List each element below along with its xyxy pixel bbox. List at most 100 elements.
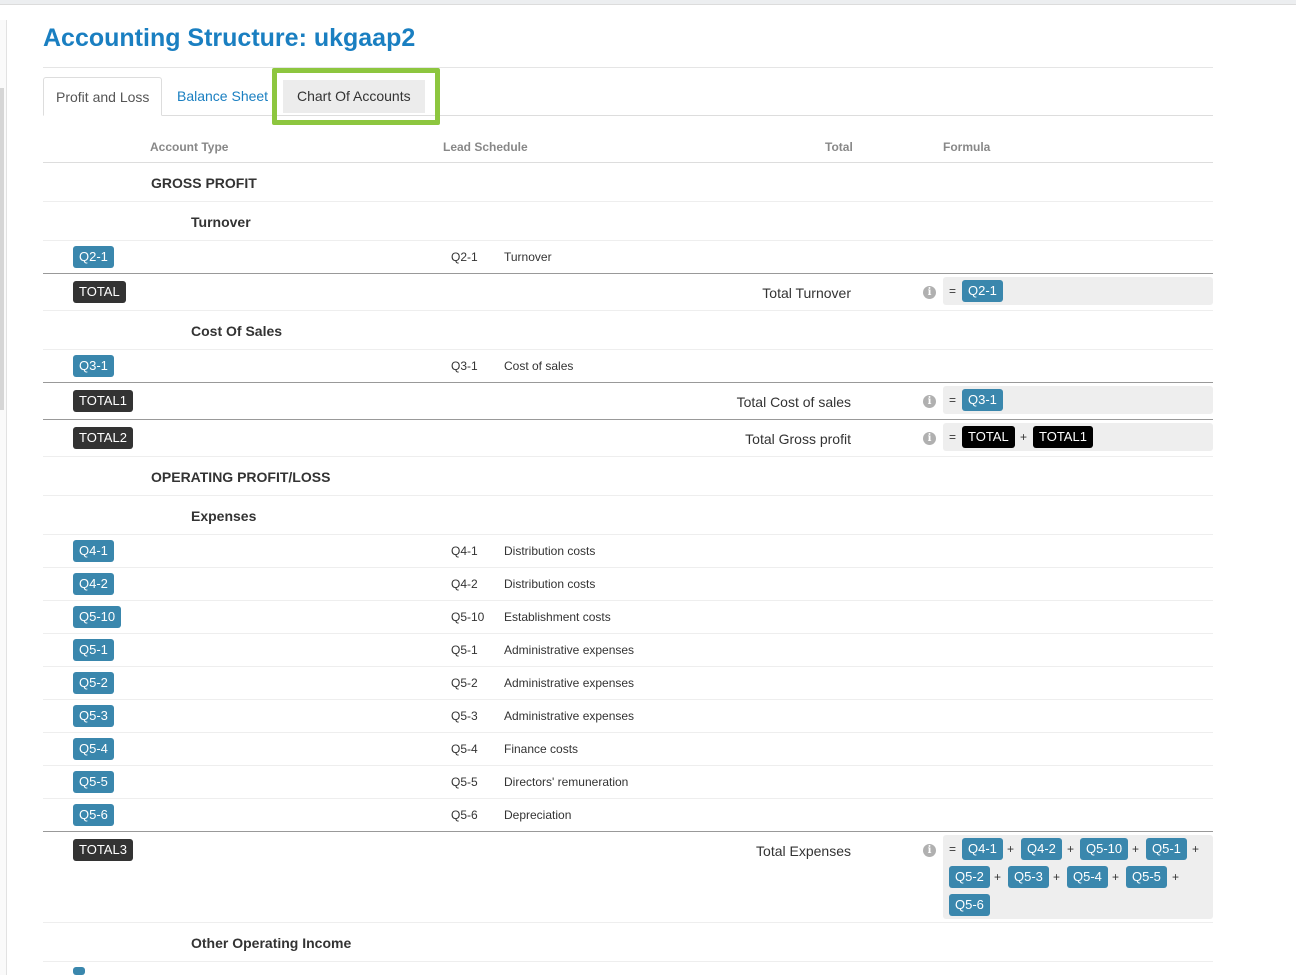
formula-badge[interactable]: TOTAL <box>962 426 1015 448</box>
highlight-box <box>272 68 440 125</box>
header-lead-schedule: Lead Schedule <box>443 140 528 154</box>
formula-badge[interactable]: Q4-1 <box>962 838 1003 860</box>
total-label: Total Cost of sales <box>736 394 851 410</box>
header-total: Total <box>825 140 853 154</box>
total-label: Total Gross profit <box>745 431 851 447</box>
formula-badge[interactable]: Q2-1 <box>962 280 1003 302</box>
formula-badge[interactable]: Q5-5 <box>1126 866 1167 888</box>
group-gross-profit: GROSS PROFIT <box>151 175 257 191</box>
tab-balance-sheet[interactable]: Balance Sheet <box>165 77 280 115</box>
lead-description: Administrative expenses <box>504 643 635 657</box>
row-divider <box>43 495 1213 496</box>
group-other-operating-income: Other Operating Income <box>191 935 352 951</box>
account-badge[interactable]: Q4-1 <box>73 540 114 562</box>
formula-equals: = <box>949 393 957 407</box>
formula-plus: + <box>1112 870 1120 884</box>
info-icon[interactable]: i <box>923 432 936 445</box>
row-divider <box>43 310 1213 311</box>
lead-code: Q2-1 <box>451 250 478 264</box>
row-divider <box>43 567 1213 568</box>
row-divider <box>43 349 1213 350</box>
account-badge[interactable]: Q3-1 <box>73 355 114 377</box>
lead-description: Administrative expenses <box>504 676 635 690</box>
formula-badge[interactable]: Q5-6 <box>949 894 990 916</box>
total-badge[interactable]: TOTAL2 <box>73 427 133 449</box>
row-divider <box>43 699 1213 700</box>
lead-code: Q5-5 <box>451 775 478 789</box>
header-formula: Formula <box>943 140 991 154</box>
row-divider <box>43 456 1213 457</box>
group-turnover: Turnover <box>191 214 251 230</box>
formula-badge[interactable]: TOTAL1 <box>1033 426 1093 448</box>
tab-profit-and-loss[interactable]: Profit and Loss <box>43 77 163 116</box>
total-badge[interactable]: TOTAL1 <box>73 390 133 412</box>
lead-description: Depreciation <box>504 808 572 822</box>
account-badge[interactable]: Q5-2 <box>73 672 114 694</box>
lead-code: Q5-1 <box>451 643 478 657</box>
lead-description: Turnover <box>504 250 552 264</box>
account-badge[interactable]: Q5-4 <box>73 738 114 760</box>
row-divider <box>43 600 1213 601</box>
formula-badge[interactable]: Q3-1 <box>962 389 1003 411</box>
lead-code: Q3-1 <box>451 359 478 373</box>
row-divider <box>43 922 1213 923</box>
formula-box: = Q2-1 <box>943 277 1213 305</box>
account-badge-partial[interactable] <box>73 967 85 975</box>
lead-code: Q5-10 <box>451 610 485 624</box>
group-cost-of-sales: Cost Of Sales <box>191 323 283 339</box>
lead-code: Q4-2 <box>451 577 478 591</box>
formula-plus: + <box>1192 842 1200 856</box>
info-icon[interactable]: i <box>923 844 936 857</box>
row-divider <box>43 961 1213 962</box>
page-title: Accounting Structure: ukgaap2 <box>43 24 416 52</box>
row-divider <box>43 273 1213 274</box>
lead-description: Finance costs <box>504 742 579 756</box>
lead-code: Q5-2 <box>451 676 478 690</box>
row-divider <box>43 419 1213 420</box>
account-badge[interactable]: Q5-5 <box>73 771 114 793</box>
lead-description: Distribution costs <box>504 544 596 558</box>
total-badge[interactable]: TOTAL3 <box>73 839 133 861</box>
formula-badge[interactable]: Q5-2 <box>949 866 990 888</box>
formula-plus: + <box>1132 842 1140 856</box>
lead-description: Administrative expenses <box>504 709 635 723</box>
formula-equals: = <box>949 430 957 444</box>
formula-badge[interactable]: Q5-4 <box>1067 866 1108 888</box>
account-badge[interactable]: Q5-1 <box>73 639 114 661</box>
lead-code: Q5-6 <box>451 808 478 822</box>
left-scrollbar[interactable] <box>0 20 7 975</box>
group-operating-profit-loss: OPERATING PROFIT/LOSS <box>151 469 331 485</box>
formula-plus: + <box>1020 430 1028 444</box>
formula-plus: + <box>1067 842 1075 856</box>
total-badge[interactable]: TOTAL <box>73 281 126 303</box>
formula-box: = Q4-1 + Q4-2 + Q5-10 + Q5-1 + Q5-2 + Q5… <box>943 835 1213 919</box>
header-account-type: Account Type <box>150 140 229 154</box>
lead-description: Distribution costs <box>504 577 596 591</box>
formula-plus: + <box>1007 842 1015 856</box>
row-divider <box>43 831 1213 832</box>
info-icon[interactable]: i <box>923 395 936 408</box>
formula-badge[interactable]: Q5-1 <box>1146 838 1187 860</box>
formula-badge[interactable]: Q5-10 <box>1080 838 1129 860</box>
formula-plus: + <box>994 870 1002 884</box>
scrollbar-thumb[interactable] <box>0 88 4 410</box>
account-badge[interactable]: Q5-3 <box>73 705 114 727</box>
formula-badge[interactable]: Q5-3 <box>1008 866 1049 888</box>
formula-equals: = <box>949 842 957 856</box>
formula-badge[interactable]: Q4-2 <box>1021 838 1062 860</box>
total-label: Total Turnover <box>762 285 851 301</box>
account-badge[interactable]: Q5-6 <box>73 804 114 826</box>
row-divider <box>43 201 1213 202</box>
total-label: Total Expenses <box>756 843 851 859</box>
row-divider <box>43 240 1213 241</box>
lead-code: Q5-4 <box>451 742 478 756</box>
account-badge[interactable]: Q4-2 <box>73 573 114 595</box>
row-divider <box>43 633 1213 634</box>
row-divider <box>43 382 1213 383</box>
account-badge[interactable]: Q5-10 <box>73 606 122 628</box>
account-badge[interactable]: Q2-1 <box>73 246 114 268</box>
group-expenses: Expenses <box>191 508 257 524</box>
lead-description: Cost of sales <box>504 359 574 373</box>
header-divider <box>43 162 1213 163</box>
info-icon[interactable]: i <box>923 286 936 299</box>
